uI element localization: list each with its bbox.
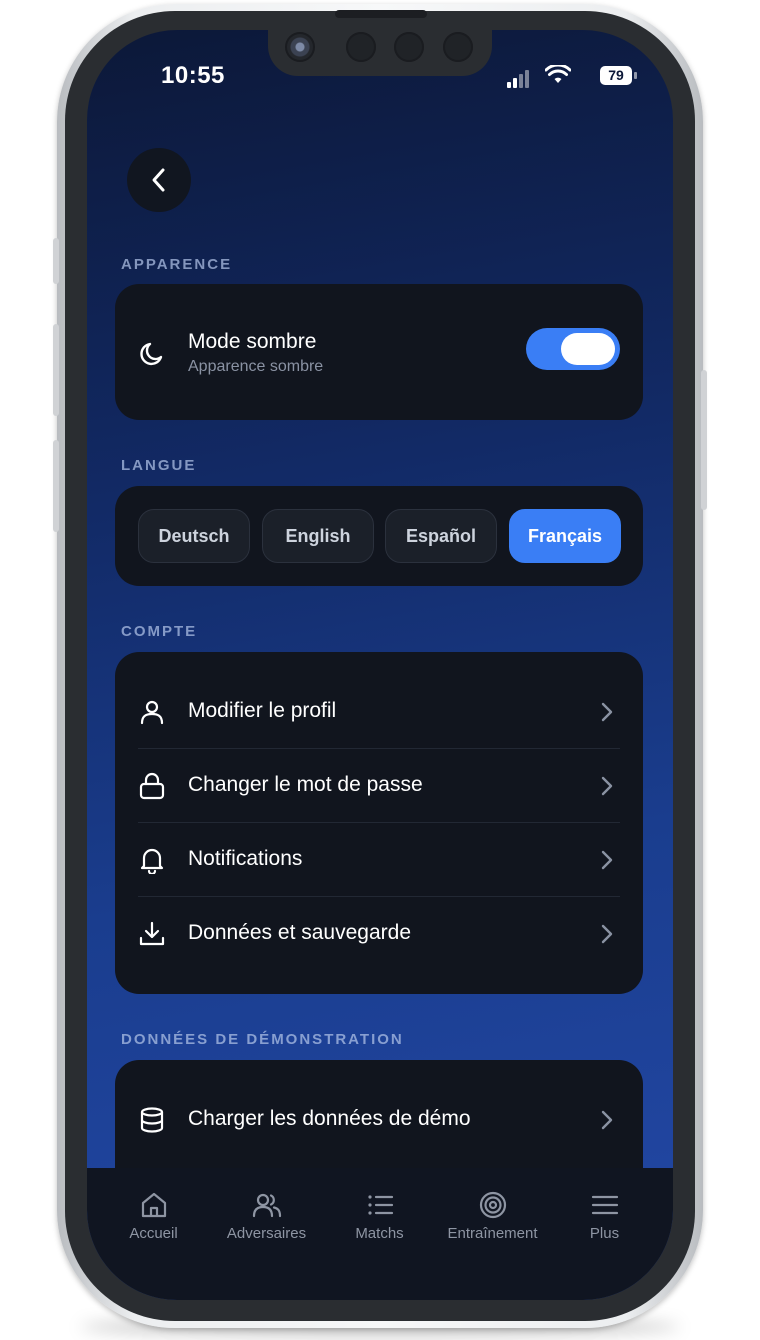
user-icon — [140, 700, 164, 725]
tab-training[interactable]: Entraînement — [434, 1168, 551, 1258]
chevron-right-icon — [601, 776, 613, 796]
list-icon — [368, 1195, 394, 1215]
section-title-appearance: APPARENCE — [121, 256, 233, 273]
database-icon — [140, 1107, 164, 1133]
dark-mode-card: Mode sombre Apparence sombre — [115, 284, 643, 420]
dark-mode-toggle[interactable] — [526, 328, 620, 370]
power-button — [701, 370, 707, 510]
chevron-right-icon — [601, 850, 613, 870]
menu-item-notifications[interactable]: Notifications — [138, 822, 620, 896]
front-camera — [285, 32, 315, 62]
menu-item-label: Modifier le profil — [188, 699, 337, 722]
home-icon — [141, 1192, 167, 1218]
menu-item-label: Notifications — [188, 847, 303, 870]
tab-home[interactable]: Accueil — [95, 1168, 212, 1258]
menu-item-load-demo-data[interactable]: Charger les données de démo — [138, 1082, 620, 1156]
camera-notch — [268, 24, 492, 76]
language-option-espanol[interactable]: Español — [385, 509, 497, 563]
account-card: Modifier le profil Changer le mot de pas… — [115, 652, 643, 994]
tab-label: Adversaires — [226, 1225, 307, 1242]
section-title-account: COMPTE — [121, 623, 198, 640]
menu-item-data-backup[interactable]: Données et sauvegarde — [138, 896, 620, 970]
battery-icon: 79 — [600, 66, 632, 85]
tab-opponents[interactable]: Adversaires — [208, 1168, 325, 1258]
menu-item-label: Changer le mot de passe — [188, 773, 423, 796]
language-option-francais[interactable]: Français — [509, 509, 621, 563]
dark-mode-title: Mode sombre — [188, 330, 317, 353]
sensor — [394, 32, 424, 62]
lock-icon — [139, 772, 165, 800]
volume-up-button — [53, 324, 59, 416]
target-icon — [479, 1191, 507, 1219]
tab-label: Plus — [589, 1225, 620, 1242]
dark-mode-subtitle: Apparence sombre — [188, 358, 324, 375]
moon-icon — [140, 342, 163, 366]
wifi-icon — [545, 65, 571, 83]
download-icon — [139, 921, 165, 946]
chevron-right-icon — [601, 924, 613, 944]
menu-item-edit-profile[interactable]: Modifier le profil — [138, 674, 620, 748]
battery-tip — [634, 72, 637, 79]
tab-label: Matchs — [355, 1225, 404, 1242]
tab-matches[interactable]: Matchs — [321, 1168, 438, 1258]
language-option-english[interactable]: English — [262, 509, 374, 563]
users-icon — [252, 1193, 282, 1218]
tab-label: Accueil — [129, 1225, 178, 1242]
chevron-right-icon — [601, 702, 613, 722]
section-title-language: LANGUE — [121, 457, 197, 474]
menu-item-label: Données et sauvegarde — [188, 921, 411, 944]
menu-item-change-password[interactable]: Changer le mot de passe — [138, 748, 620, 822]
toggle-knob — [561, 333, 615, 365]
menu-item-label: Charger les données de démo — [188, 1107, 471, 1130]
sensor — [443, 32, 473, 62]
tab-more[interactable]: Plus — [546, 1168, 663, 1258]
back-button[interactable] — [127, 148, 191, 212]
bell-icon — [140, 848, 164, 874]
volume-down-button — [53, 440, 59, 532]
sensor — [346, 32, 376, 62]
language-option-deutsch[interactable]: Deutsch — [138, 509, 250, 563]
earpiece-speaker — [335, 10, 427, 18]
section-title-demo: DONNÉES DE DÉMONSTRATION — [121, 1031, 404, 1048]
menu-icon — [591, 1195, 619, 1215]
status-time: 10:55 — [161, 62, 225, 89]
tab-label: Entraînement — [447, 1225, 538, 1242]
chevron-right-icon — [601, 1110, 613, 1130]
bottom-tab-bar: Accueil Adversaires Matchs Entraînement … — [87, 1168, 673, 1300]
mute-switch — [53, 238, 59, 284]
screen: 10:55 79 APPARENCE Mode sombre Apparence… — [87, 30, 673, 1300]
chevron-left-icon — [152, 168, 165, 192]
battery-level: 79 — [608, 67, 624, 83]
language-card: Deutsch English Español Français — [115, 486, 643, 586]
